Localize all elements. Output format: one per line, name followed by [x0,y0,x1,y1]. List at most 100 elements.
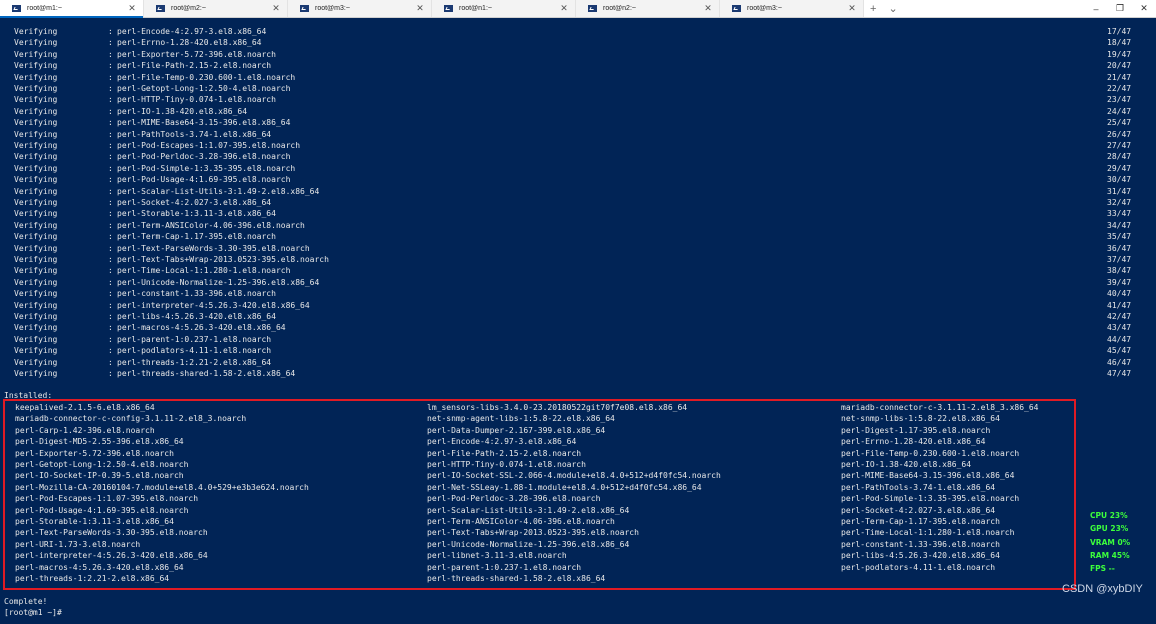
tab-1[interactable]: root@m1:~ ✕ [0,0,144,18]
separator: : [108,175,113,185]
installed-row: perl-Pod-Usage-4:1.69-395.el8.noarch perl… [0,505,1156,516]
installed-package: net-snmp-agent-libs-1:5.8-22.el8.x86_64 [427,414,615,424]
shell-prompt[interactable]: [root@m1 ~]# [4,607,62,618]
window-controls: – ❐ ✕ [1084,0,1156,17]
package-name: perl-Errno-1.28-420.el8.x86_64 [117,38,262,48]
verify-line: Verifying: perl-IO-1.38-420.el8.x86_64 24/… [0,106,1156,117]
installed-package: net-snmp-libs-1:5.8-22.el8.x86_64 [841,414,1000,424]
tab-3[interactable]: root@m3:~ ✕ [288,0,432,17]
progress-count: 25/47 [1107,118,1132,128]
verify-label: Verifying [14,198,58,207]
package-name: perl-Text-Tabs+Wrap-2013.0523-395.el8.no… [117,255,329,264]
verify-line: Verifying: perl-Pod-Simple-1:3.35-395.el8… [0,163,1156,174]
separator: : [108,289,113,299]
package-name: perl-Pod-Usage-4:1.69-395.el8.noarch [117,175,291,185]
installed-row: perl-Text-ParseWords-3.30-395.el8.noarch… [0,527,1156,538]
package-name: perl-File-Path-2.15-2.el8.noarch [117,61,272,71]
terminal-icon [156,5,165,12]
tab-label: root@m3:~ [747,5,782,12]
performance-overlay: CPU 23% GPU 23% VRAM 0% RAM 45% FPS -- [1090,509,1130,575]
verify-line: Verifying: perl-parent-1:0.237-1.el8.noar… [0,334,1156,345]
verify-line: Verifying: perl-Time-Local-1:1.280-1.el8.… [0,265,1156,276]
gpu-usage: GPU 23% [1090,524,1129,534]
verify-line: Verifying: perl-File-Path-2.15-2.el8.noar… [0,60,1156,71]
progress-count: 23/47 [1107,95,1132,105]
verify-line: Verifying: perl-constant-1.33-396.el8.noa… [0,288,1156,299]
package-name: perl-PathTools-3.74-1.el8.x86_64 [117,129,272,139]
verify-line: Verifying: perl-Storable-1:3.11-3.el8.x86… [0,208,1156,219]
tab-6[interactable]: root@m3:~ ✕ [720,0,864,17]
verify-label: Verifying [14,266,58,276]
verify-line: Verifying: perl-Text-Tabs+Wrap-2013.0523-… [0,254,1156,265]
separator: : [108,27,113,36]
installed-package: perl-Pod-Usage-4:1.69-395.el8.noarch [15,505,189,515]
ram-usage: RAM 45% [1090,550,1130,560]
installed-row: perl-Carp-1.42-396.el8.noarch perl-Data-D… [0,425,1156,436]
separator: : [108,232,113,242]
minimize-button[interactable]: – [1084,4,1108,14]
package-name: perl-macros-4:5.26.3-420.el8.x86_64 [117,323,286,333]
vram-usage: VRAM 0% [1090,537,1131,547]
separator: : [108,38,113,48]
progress-count: 47/47 [1107,369,1132,378]
tab-5[interactable]: root@n2:~ ✕ [576,0,720,17]
separator: : [108,323,113,333]
close-tab-icon[interactable]: ✕ [847,3,857,14]
tab-2[interactable]: root@m2:~ ✕ [144,0,288,17]
installed-package: perl-libnet-3.11-3.el8.noarch [427,551,567,561]
package-name: perl-Storable-1:3.11-3.el8.x86_64 [117,209,276,219]
tab-4[interactable]: root@n1:~ ✕ [432,0,576,17]
terminal-icon [300,5,309,12]
terminal-output[interactable]: Verifying: perl-Encode-4:2.97-3.el8.x86_6… [0,18,1156,624]
tab-dropdown-button[interactable]: ⌄ [882,0,903,17]
installed-package: perl-Storable-1:3.11-3.el8.x86_64 [15,517,174,526]
progress-count: 30/47 [1107,175,1132,185]
separator: : [108,357,113,367]
package-name: perl-constant-1.33-396.el8.noarch [117,289,276,299]
progress-count: 17/47 [1107,27,1132,36]
verify-line: Verifying: perl-Socket-4:2.027-3.el8.x86_… [0,197,1156,208]
installed-package: perl-IO-1.38-420.el8.x86_64 [841,460,972,469]
new-tab-button[interactable]: + [864,0,882,17]
verify-label: Verifying [14,163,58,173]
verify-label: Verifying [14,72,58,82]
installed-package: perl-Term-ANSIColor-4.06-396.el8.noarch [427,517,615,526]
close-tab-icon[interactable]: ✕ [415,3,425,14]
verify-label: Verifying [14,334,58,344]
progress-count: 40/47 [1107,289,1132,299]
installed-row: perl-macros-4:5.26.3-420.el8.x86_64 perl-… [0,562,1156,573]
tab-label: root@m1:~ [27,5,62,12]
verify-label: Verifying [14,27,58,36]
progress-count: 36/47 [1107,243,1132,253]
installed-package: perl-Net-SSLeay-1.88-1.module+el8.4.0+51… [427,482,702,492]
terminal-icon [588,5,597,12]
verify-line: Verifying: perl-Scalar-List-Utils-3:1.49-… [0,186,1156,197]
close-window-button[interactable]: ✕ [1132,3,1156,14]
complete-message: Complete! [4,597,48,606]
maximize-button[interactable]: ❐ [1108,3,1132,14]
verify-label: Verifying [14,255,58,264]
package-name: perl-File-Temp-0.230.600-1.el8.noarch [117,72,296,82]
verify-line: Verifying: perl-Unicode-Normalize-1.25-39… [0,277,1156,288]
verify-label: Verifying [14,186,58,196]
installed-package: perl-Exporter-5.72-396.el8.noarch [15,448,174,458]
progress-count: 33/47 [1107,209,1132,219]
progress-count: 43/47 [1107,323,1132,333]
close-tab-icon[interactable]: ✕ [559,3,569,14]
installed-row: perl-threads-1:2.21-2.el8.x86_64 perl-thr… [0,573,1156,584]
tab-label: root@m2:~ [171,5,206,12]
verify-label: Verifying [14,95,58,105]
verify-line: Verifying: perl-threads-shared-1.58-2.el8… [0,368,1156,379]
close-tab-icon[interactable]: ✕ [703,3,713,14]
separator: : [108,61,113,71]
progress-count: 20/47 [1107,61,1132,71]
installed-package: perl-podlators-4.11-1.el8.noarch [841,562,996,572]
package-name: perl-Encode-4:2.97-3.el8.x86_64 [117,27,267,36]
close-tab-icon[interactable]: ✕ [127,3,137,14]
installed-package: mariadb-connector-c-3.1.11-2.el8_3.x86_6… [841,403,1039,412]
installed-package: perl-macros-4:5.26.3-420.el8.x86_64 [15,562,184,572]
installed-package: perl-Data-Dumper-2.167-399.el8.x86_64 [427,425,606,435]
verify-line: Verifying: perl-Text-ParseWords-3.30-395.… [0,243,1156,254]
package-name: perl-Pod-Escapes-1:1.07-395.el8.noarch [117,141,301,150]
close-tab-icon[interactable]: ✕ [271,3,281,14]
